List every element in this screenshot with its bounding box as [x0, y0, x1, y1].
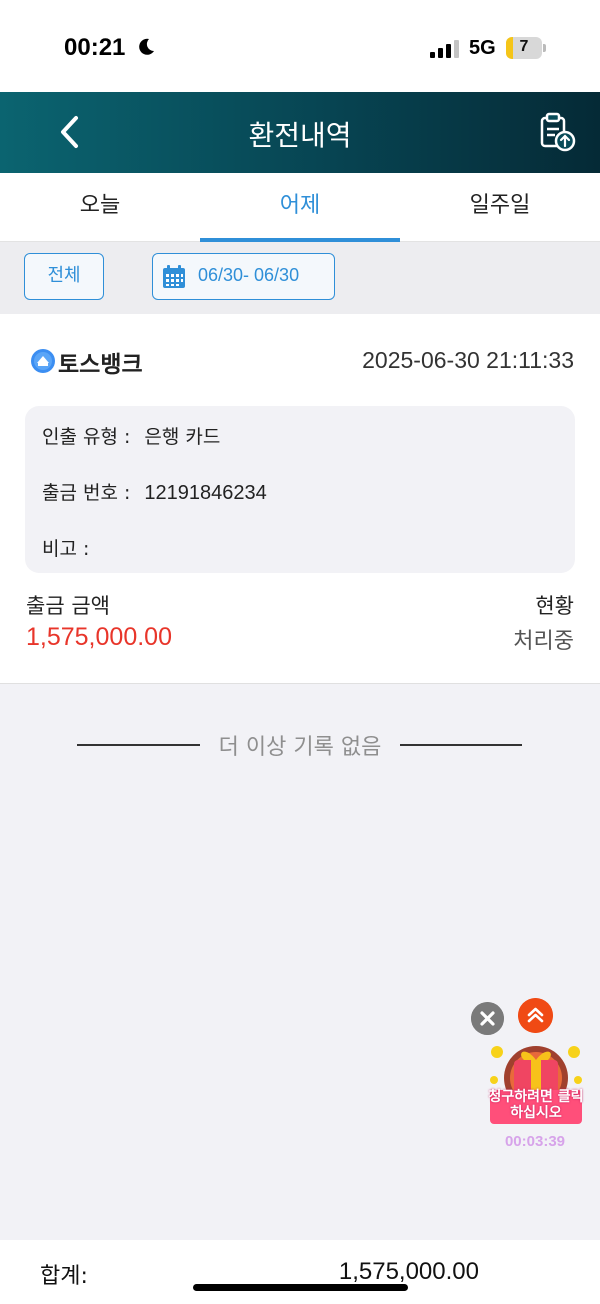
memo-label: 비고 : — [42, 538, 90, 560]
no-more-records-text: 더 이상 기록 없음 — [218, 735, 382, 760]
page-title: 환전내역 — [248, 119, 352, 152]
memo-row: 비고 : — [42, 534, 103, 561]
status-value: 처리중 — [513, 629, 574, 654]
tab-yesterday[interactable]: 어제 — [200, 173, 400, 242]
battery-icon: 7 — [506, 37, 546, 59]
withdraw-type-label: 인출 유형 : — [42, 426, 131, 448]
status-time: 00:21 — [64, 34, 126, 61]
tab-today[interactable]: 오늘 — [0, 173, 200, 242]
double-chevron-up-icon[interactable] — [518, 998, 553, 1033]
signal-icon — [430, 40, 459, 58]
moon-icon — [139, 38, 154, 55]
total-footer: 합계: 1,575,000.00 — [0, 1240, 600, 1304]
filter-all-button[interactable]: 전체 — [24, 253, 104, 300]
battery-level: 7 — [519, 38, 529, 55]
countdown-timer: 00:03:39 — [504, 1133, 566, 1150]
tab-week[interactable]: 일주일 — [400, 173, 600, 242]
detail-box: 인출 유형 : 은행 카드 출금 번호 : 12191846234 비고 : — [25, 406, 575, 573]
withdraw-number-value: 12191846234 — [144, 482, 267, 504]
total-value: 1,575,000.00 — [338, 1258, 479, 1285]
withdraw-number-row: 출금 번호 : 12191846234 — [42, 478, 267, 505]
withdraw-number-label: 출금 번호 : — [42, 482, 131, 504]
toss-bank-logo-icon — [31, 349, 55, 373]
amount-label: 출금 금액 — [26, 594, 110, 618]
home-indicator[interactable] — [193, 1284, 408, 1291]
date-range-button[interactable]: 06/30- 06/30 — [152, 253, 335, 300]
filter-bar: 전체 06/30- 06/30 — [0, 242, 600, 314]
calendar-icon — [163, 265, 185, 288]
date-range-text: 06/30- 06/30 — [198, 265, 300, 285]
transaction-datetime: 2025-06-30 21:11:33 — [362, 347, 574, 373]
divider-right — [400, 744, 522, 746]
period-tabs: 오늘 어제 일주일 — [0, 173, 600, 242]
status-label: 현황 — [535, 594, 574, 618]
claim-reward-text[interactable]: 청구하려면 클릭하십시오 — [488, 1089, 584, 1121]
status-bar: 00:21 5G 7 — [0, 0, 600, 92]
app-header: 환전내역 — [0, 92, 600, 173]
amount-value: 1,575,000.00 — [26, 623, 172, 651]
transaction-card[interactable]: 토스뱅크 2025-06-30 21:11:33 인출 유형 : 은행 카드 출금… — [0, 314, 600, 684]
divider-left — [77, 744, 200, 746]
total-label: 합계: — [40, 1264, 88, 1289]
bank-name: 토스뱅크 — [58, 352, 143, 378]
clipboard-upload-icon[interactable] — [536, 110, 578, 154]
withdraw-type-value: 은행 카드 — [144, 426, 221, 448]
network-type: 5G — [469, 37, 496, 59]
withdraw-type-row: 인출 유형 : 은행 카드 — [42, 422, 220, 449]
close-icon[interactable] — [471, 1002, 504, 1035]
